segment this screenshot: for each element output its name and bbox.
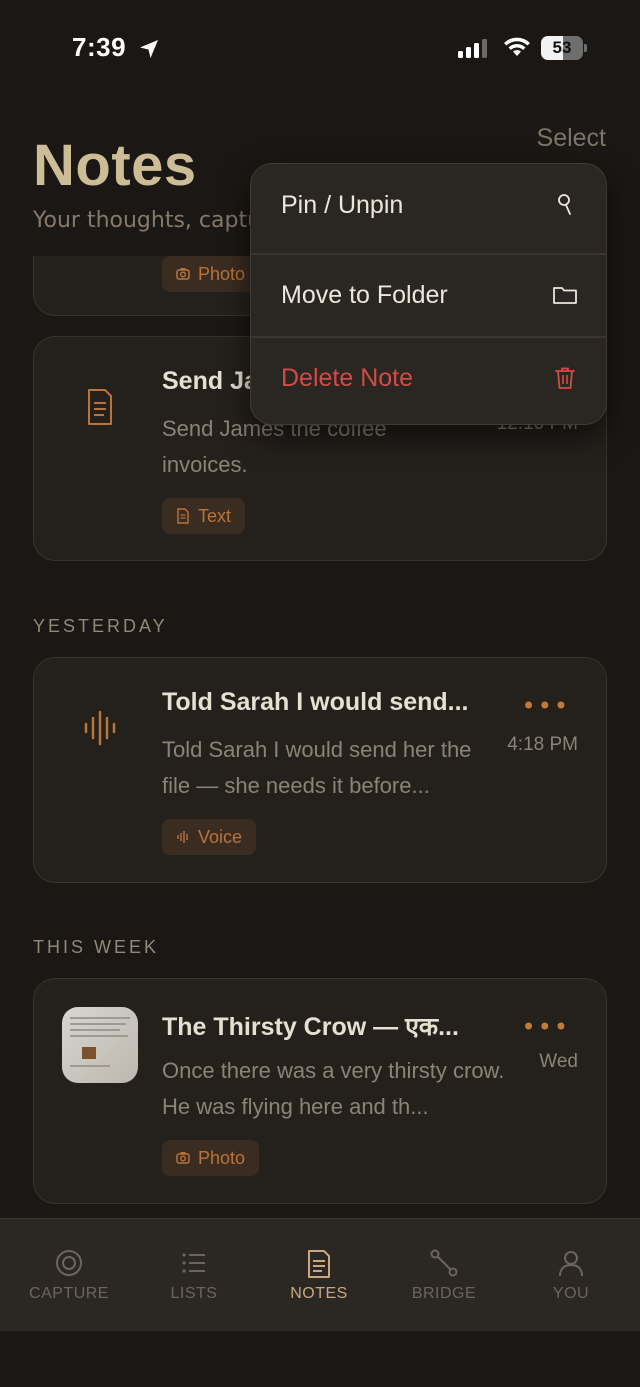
select-button[interactable]: Select bbox=[537, 124, 606, 153]
status-time: 7:39 bbox=[72, 32, 127, 62]
card-type-icon-area bbox=[78, 385, 122, 429]
camera-icon bbox=[176, 1152, 190, 1164]
tab-label: NOTES bbox=[290, 1285, 348, 1302]
note-tag-label: Voice bbox=[198, 826, 243, 847]
tab-label: YOU bbox=[552, 1285, 590, 1302]
note-tag-label: Photo bbox=[198, 263, 246, 284]
text-doc-icon bbox=[177, 508, 189, 524]
pin-icon bbox=[558, 194, 571, 215]
note-preview: Once there was a very thirsty crow. He w… bbox=[162, 1058, 505, 1119]
location-arrow-icon bbox=[140, 40, 158, 58]
move-to-folder-menu-item[interactable]: Move to Folder bbox=[251, 254, 606, 337]
pin-unpin-label: Pin / Unpin bbox=[281, 191, 404, 219]
page-subtitle: Your thoughts, captured bbox=[33, 208, 263, 233]
section-yesterday: YESTERDAY bbox=[33, 616, 168, 636]
trash-icon bbox=[555, 367, 575, 389]
tab-you[interactable]: YOU bbox=[507, 1219, 635, 1332]
document-icon bbox=[88, 389, 112, 425]
note-context-menu: Pin / Unpin Move to Folder Delete Note bbox=[250, 163, 607, 425]
battery-percentage: 53 bbox=[552, 38, 572, 57]
page-title: Notes bbox=[33, 133, 197, 198]
note-preview: Told Sarah I would send her the file — s… bbox=[162, 737, 472, 798]
note-tag: Voice bbox=[162, 819, 257, 855]
section-this-week: THIS WEEK bbox=[33, 937, 160, 957]
list-icon bbox=[182, 1253, 205, 1273]
note-tag: Text bbox=[162, 498, 246, 534]
folder-icon bbox=[553, 287, 577, 304]
note-icon bbox=[308, 1250, 330, 1278]
tab-lists[interactable]: LISTS bbox=[130, 1219, 258, 1332]
bottom-tab-bar: CAPTURE LISTS NOTES BRIDGE YOU bbox=[0, 1218, 640, 1331]
capture-icon bbox=[56, 1250, 82, 1276]
card-type-icon-area bbox=[78, 706, 122, 750]
wifi-icon bbox=[504, 37, 530, 56]
note-title: Told Sarah I would send... bbox=[162, 688, 469, 716]
more-options-button[interactable]: ••• bbox=[522, 1013, 570, 1041]
note-tag: Photo bbox=[162, 256, 260, 292]
battery-icon: 53 bbox=[541, 36, 587, 60]
note-title: The Thirsty Crow — एक... bbox=[162, 1013, 459, 1041]
note-tag: Photo bbox=[162, 1140, 260, 1176]
note-card-crow[interactable]: The Thirsty Crow — एक... Once there was … bbox=[33, 978, 607, 1204]
tab-label: CAPTURE bbox=[29, 1285, 109, 1302]
note-card-sarah[interactable]: Told Sarah I would send... Told Sarah I … bbox=[33, 657, 607, 883]
note-tag-label: Text bbox=[198, 505, 232, 526]
tab-label: BRIDGE bbox=[411, 1285, 477, 1302]
note-time: 4:18 PM bbox=[507, 734, 578, 755]
tab-label: LISTS bbox=[170, 1285, 218, 1302]
note-thumbnail bbox=[62, 1007, 138, 1083]
more-options-button[interactable]: ••• bbox=[522, 692, 570, 720]
camera-icon bbox=[176, 268, 190, 280]
note-time: Wed bbox=[539, 1051, 578, 1072]
bridge-icon bbox=[430, 1249, 458, 1277]
delete-note-label: Delete Note bbox=[281, 364, 414, 392]
delete-note-menu-item[interactable]: Delete Note bbox=[251, 337, 606, 420]
person-icon bbox=[559, 1251, 583, 1277]
pin-unpin-menu-item[interactable]: Pin / Unpin bbox=[251, 164, 606, 247]
note-tag-label: Photo bbox=[198, 1147, 246, 1168]
tab-notes[interactable]: NOTES bbox=[255, 1219, 383, 1332]
voice-icon bbox=[177, 831, 188, 843]
status-bar: 7:39 53 bbox=[0, 0, 640, 96]
tab-capture[interactable]: CAPTURE bbox=[5, 1219, 133, 1332]
move-to-folder-label: Move to Folder bbox=[281, 281, 448, 309]
cellular-signal-icon bbox=[458, 39, 487, 58]
voice-waveform-icon bbox=[84, 710, 116, 746]
home-indicator-area bbox=[0, 1331, 640, 1387]
tab-bridge[interactable]: BRIDGE bbox=[380, 1219, 508, 1332]
